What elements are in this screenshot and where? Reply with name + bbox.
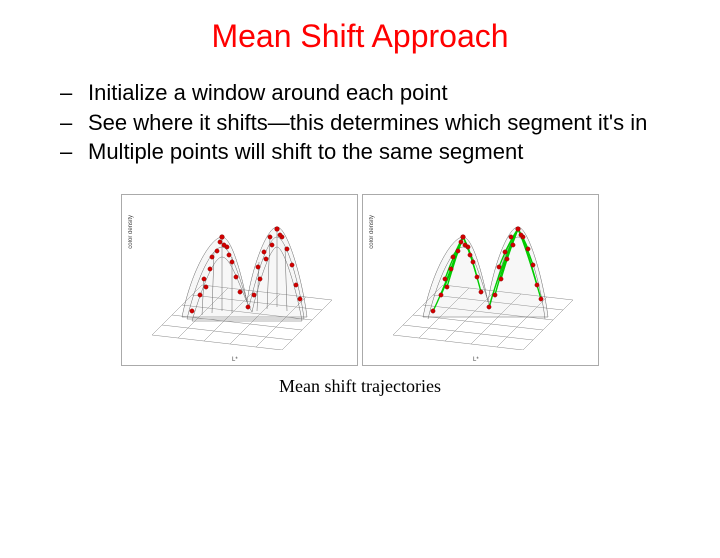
z-axis-label: color density xyxy=(128,215,134,249)
bullet-dash: – xyxy=(60,138,88,166)
bullet-text: Multiple points will shift to the same s… xyxy=(88,138,680,166)
bullet-text: Initialize a window around each point xyxy=(88,79,680,107)
bullet-item: – Initialize a window around each point xyxy=(60,79,680,107)
bullet-dash: – xyxy=(60,109,88,137)
page-title: Mean Shift Approach xyxy=(0,18,720,55)
figure-caption: Mean shift trajectories xyxy=(0,376,720,397)
bullet-text: See where it shifts—this determines whic… xyxy=(88,109,680,137)
figure-row: color density L* xyxy=(0,194,720,366)
bullet-list: – Initialize a window around each point … xyxy=(60,79,680,166)
density-surface-with-trajectories xyxy=(403,207,563,337)
density-surface xyxy=(162,207,322,337)
bullet-item: – Multiple points will shift to the same… xyxy=(60,138,680,166)
x-axis-label: L* xyxy=(473,357,479,363)
bullet-dash: – xyxy=(60,79,88,107)
bullet-item: – See where it shifts—this determines wh… xyxy=(60,109,680,137)
x-axis-label: L* xyxy=(232,357,238,363)
plot-right: color density L* xyxy=(362,194,599,366)
plot-left: color density L* xyxy=(121,194,358,366)
z-axis-label: color density xyxy=(369,215,375,249)
